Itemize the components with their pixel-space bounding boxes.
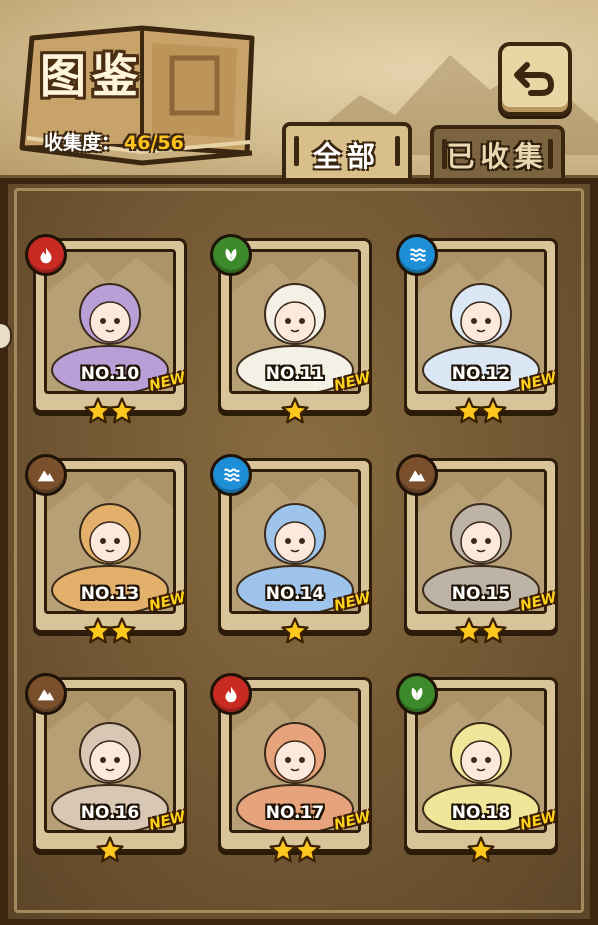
collection-progress: 收集度： 46/56 <box>44 128 184 155</box>
fire-element-icon <box>25 234 67 276</box>
water-element-icon <box>210 454 252 496</box>
grass-element-icon <box>396 673 438 715</box>
collection-card[interactable]: NO.14 NEW <box>210 454 372 653</box>
tab-collected[interactable]: 已收集 <box>430 125 565 181</box>
star-rating <box>218 396 372 432</box>
star-rating <box>33 396 187 432</box>
progress-value: 46/56 <box>124 132 184 154</box>
collection-card[interactable]: NO.18 NEW <box>396 673 558 872</box>
star-icon <box>108 397 136 424</box>
collection-screen: 图鉴 收集度： 46/56 全部 已收集 NO.10 NEW NO.11 NEW… <box>0 0 598 925</box>
water-element-icon <box>396 234 438 276</box>
earth-element-icon <box>396 454 438 496</box>
star-icon <box>479 397 507 424</box>
earth-element-icon <box>25 673 67 715</box>
star-rating <box>404 396 558 432</box>
star-icon <box>467 836 495 863</box>
collection-card[interactable]: NO.11 NEW <box>210 234 372 433</box>
star-icon <box>281 397 309 424</box>
star-rating <box>33 616 187 652</box>
star-rating <box>218 616 372 652</box>
back-button[interactable] <box>498 42 572 116</box>
tab-all[interactable]: 全部 <box>282 122 412 184</box>
collection-card[interactable]: NO.17 NEW <box>210 673 372 872</box>
star-rating <box>218 835 372 871</box>
return-arrow-icon <box>514 62 555 96</box>
page-title: 图鉴 <box>40 49 144 103</box>
star-icon <box>479 617 507 644</box>
fire-element-icon <box>210 673 252 715</box>
collection-card[interactable]: NO.15 NEW <box>396 454 558 653</box>
star-icon <box>293 836 321 863</box>
star-icon <box>96 836 124 863</box>
grass-element-icon <box>210 234 252 276</box>
progress-label: 收集度： <box>44 132 121 154</box>
collection-card[interactable]: NO.10 NEW <box>25 234 187 433</box>
star-rating <box>404 835 558 871</box>
star-icon <box>108 617 136 644</box>
star-rating <box>404 616 558 652</box>
star-rating <box>33 835 187 871</box>
collection-card[interactable]: NO.13 NEW <box>25 454 187 653</box>
star-icon <box>281 617 309 644</box>
earth-element-icon <box>25 454 67 496</box>
collection-card[interactable]: NO.12 NEW <box>396 234 558 433</box>
collection-card[interactable]: NO.16 NEW <box>25 673 187 872</box>
